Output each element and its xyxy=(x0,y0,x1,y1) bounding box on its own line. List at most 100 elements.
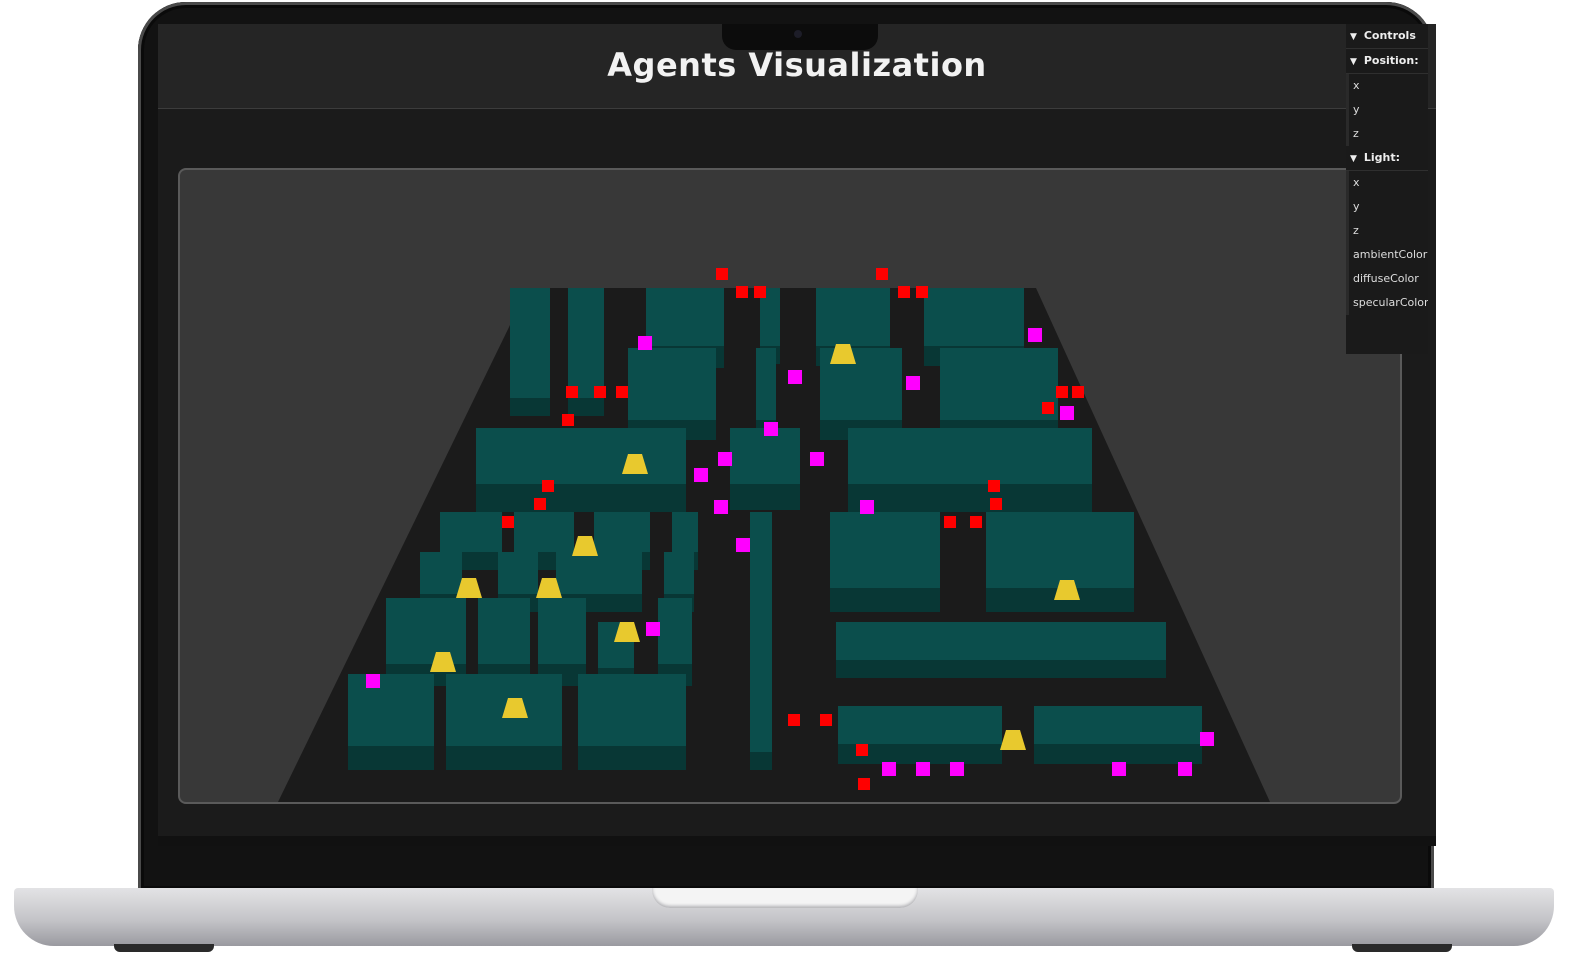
screen-bottom-bezel xyxy=(158,836,1436,846)
building-block xyxy=(924,288,1024,346)
building-wall xyxy=(348,746,434,770)
agent-car xyxy=(1060,406,1074,420)
building-wall xyxy=(510,398,550,416)
page-title: Agents Visualization xyxy=(607,46,987,84)
agent-car xyxy=(718,452,732,466)
agent-obstacle xyxy=(566,386,578,398)
building-wall xyxy=(446,746,562,770)
building-block xyxy=(986,512,1134,588)
building-wall xyxy=(568,398,604,416)
agent-car xyxy=(1028,328,1042,342)
building-block xyxy=(830,512,940,588)
position-x-control[interactable]: x xyxy=(1346,74,1428,98)
laptop-foot xyxy=(1352,944,1452,952)
agent-car xyxy=(916,762,930,776)
light-y-control[interactable]: y xyxy=(1346,195,1428,219)
controls-panel[interactable]: ▼ Controls ▼ Position: x y z ▼ Light: x … xyxy=(1346,24,1428,354)
agent-obstacle xyxy=(916,286,928,298)
agent-car xyxy=(860,500,874,514)
agent-car xyxy=(646,622,660,636)
building-block xyxy=(420,552,462,594)
agent-car xyxy=(882,762,896,776)
agent-obstacle xyxy=(788,714,800,726)
chevron-down-icon: ▼ xyxy=(1350,154,1357,164)
agent-obstacle xyxy=(876,268,888,280)
agent-obstacle xyxy=(716,268,728,280)
agent-obstacle xyxy=(502,516,514,528)
agent-car xyxy=(1178,762,1192,776)
agent-car xyxy=(950,762,964,776)
camera-icon xyxy=(794,30,802,38)
building-block xyxy=(750,512,772,752)
agent-car xyxy=(788,370,802,384)
building-block xyxy=(446,674,562,746)
agent-obstacle xyxy=(970,516,982,528)
building-block xyxy=(348,674,434,746)
building-block xyxy=(514,512,574,552)
chevron-down-icon: ▼ xyxy=(1350,57,1357,67)
light-label: Light: xyxy=(1363,151,1400,164)
position-y-control[interactable]: y xyxy=(1346,98,1428,122)
specular-color-control[interactable]: specularColor xyxy=(1346,291,1428,315)
building-block xyxy=(578,674,686,746)
controls-folder[interactable]: ▼ Controls xyxy=(1346,24,1428,49)
chevron-down-icon: ▼ xyxy=(1350,32,1357,42)
building-wall xyxy=(730,484,800,510)
agent-car xyxy=(1200,732,1214,746)
light-folder[interactable]: ▼ Light: xyxy=(1346,146,1428,171)
agent-obstacle xyxy=(820,714,832,726)
building-block xyxy=(386,598,466,664)
building-block xyxy=(440,512,502,552)
building-block xyxy=(538,598,586,664)
agent-car xyxy=(694,468,708,482)
position-label: Position: xyxy=(1363,54,1419,67)
light-z-control[interactable]: z xyxy=(1346,219,1428,243)
building-block xyxy=(568,288,604,398)
building-wall xyxy=(848,484,1092,512)
building-block xyxy=(658,598,692,664)
agent-obstacle xyxy=(736,286,748,298)
agent-obstacle xyxy=(754,286,766,298)
building-wall xyxy=(476,484,686,512)
agent-car xyxy=(1112,762,1126,776)
building-block xyxy=(836,622,1166,660)
agent-obstacle xyxy=(856,744,868,756)
browser-screen: Agents Visualization ▼ Controls ▼ Positi… xyxy=(158,24,1436,846)
agent-car xyxy=(714,500,728,514)
building-block xyxy=(628,348,716,420)
building-block xyxy=(1034,706,1202,744)
building-block xyxy=(730,428,800,484)
ambient-color-control[interactable]: ambientColor xyxy=(1346,243,1428,267)
building-block xyxy=(940,348,1058,420)
agent-car xyxy=(906,376,920,390)
building-wall xyxy=(578,746,686,770)
position-z-control[interactable]: z xyxy=(1346,122,1428,146)
building-wall xyxy=(836,660,1166,678)
building-block xyxy=(664,552,694,594)
agent-obstacle xyxy=(1072,386,1084,398)
agent-car xyxy=(366,674,380,688)
agent-obstacle xyxy=(898,286,910,298)
agent-obstacle xyxy=(990,498,1002,510)
controls-label: Controls xyxy=(1363,29,1416,42)
position-folder[interactable]: ▼ Position: xyxy=(1346,49,1428,74)
building-block xyxy=(646,288,724,346)
diffuse-color-control[interactable]: diffuseColor xyxy=(1346,267,1428,291)
agent-obstacle xyxy=(594,386,606,398)
building-wall xyxy=(1034,744,1202,764)
light-x-control[interactable]: x xyxy=(1346,171,1428,195)
agent-car xyxy=(810,452,824,466)
building-block xyxy=(756,348,776,420)
agent-obstacle xyxy=(542,480,554,492)
building-block xyxy=(556,552,642,594)
building-block xyxy=(594,512,650,552)
agent-obstacle xyxy=(1042,402,1054,414)
building-block xyxy=(476,428,686,484)
building-block xyxy=(478,598,530,664)
webgl-canvas[interactable] xyxy=(178,168,1402,804)
building-wall xyxy=(830,588,940,612)
agent-obstacle xyxy=(1056,386,1068,398)
laptop-foot xyxy=(114,944,214,952)
building-block xyxy=(816,288,890,346)
building-block xyxy=(838,706,1002,744)
